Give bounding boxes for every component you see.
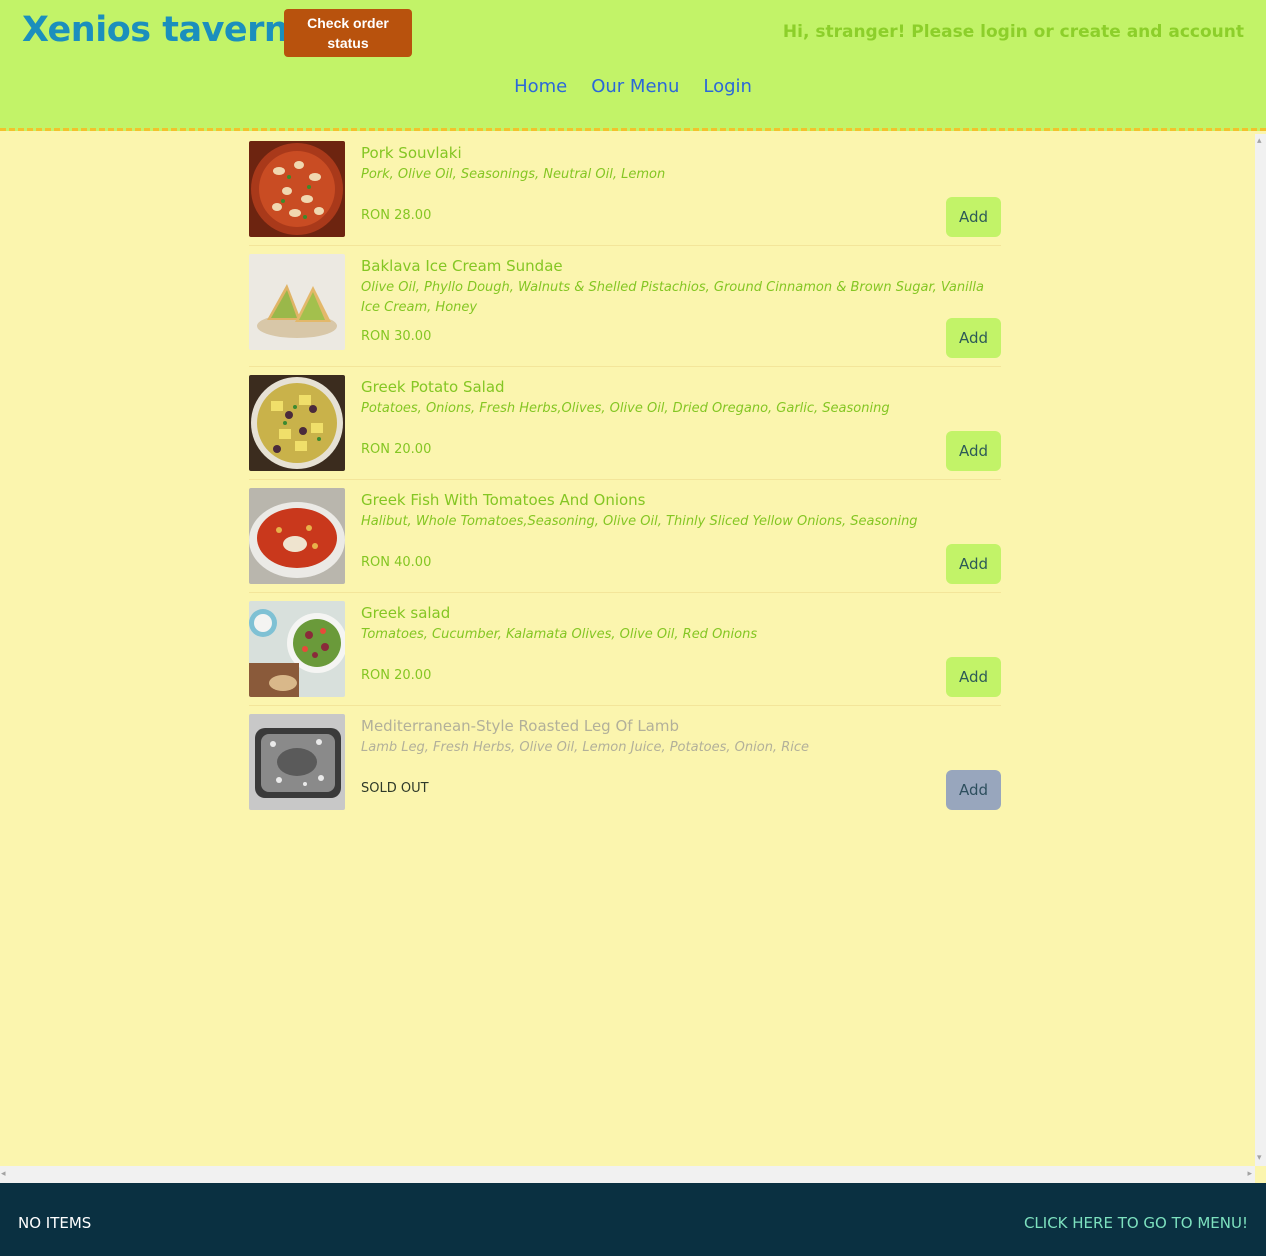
menu-item: Greek Potato Salad Potatoes, Onions, Fre… [249, 367, 1001, 480]
menu-item-info: Greek Potato Salad Potatoes, Onions, Fre… [361, 375, 1001, 419]
menu-item-price: RON 20.00 [361, 668, 432, 683]
potato-salad-photo [249, 375, 345, 471]
site-header: Xenios taverna Check order status Hi, st… [0, 0, 1266, 131]
greek-salad-photo [249, 601, 345, 697]
menu-item-sold-out: Mediterranean-Style Roasted Leg Of Lamb … [249, 706, 1001, 819]
menu-item-info: Mediterranean-Style Roasted Leg Of Lamb … [361, 714, 1001, 758]
menu-item-name: Mediterranean-Style Roasted Leg Of Lamb [361, 717, 680, 735]
menu-item-name: Pork Souvlaki [361, 144, 462, 162]
baklava-photo [249, 254, 345, 350]
menu-item-info: Greek Fish With Tomatoes And Onions Hali… [361, 488, 1001, 532]
menu-item-name: Greek Fish With Tomatoes And Onions [361, 491, 646, 509]
menu-item-description: Halibut, Whole Tomatoes,Seasoning, Olive… [361, 514, 918, 529]
menu-item-description: Tomatoes, Cucumber, Kalamata Olives, Oli… [361, 627, 758, 642]
lamb-photo [249, 714, 345, 810]
brand-title[interactable]: Xenios taverna [22, 10, 312, 50]
menu-item-price: RON 28.00 [361, 208, 432, 223]
greeting-text: Hi, stranger! Please login or create and… [782, 22, 1244, 42]
menu-item: Greek Fish With Tomatoes And Onions Hali… [249, 480, 1001, 593]
menu-item-description: Potatoes, Onions, Fresh Herbs,Olives, Ol… [361, 401, 890, 416]
menu-item-price: RON 40.00 [361, 555, 432, 570]
menu-item-info: Greek salad Tomatoes, Cucumber, Kalamata… [361, 601, 1001, 645]
nav-home[interactable]: Home [514, 76, 567, 97]
nav-our-menu[interactable]: Our Menu [591, 76, 679, 97]
add-button[interactable]: Add [946, 657, 1001, 697]
cart-footer: NO ITEMS CLICK HERE TO GO TO MENU! [0, 1183, 1266, 1256]
add-button[interactable]: Add [946, 318, 1001, 358]
check-order-status-button[interactable]: Check order status [284, 9, 412, 57]
add-button[interactable]: Add [946, 431, 1001, 471]
menu-item-info: Baklava Ice Cream Sundae Olive Oil, Phyl… [361, 254, 1001, 318]
add-button[interactable]: Add [946, 197, 1001, 237]
horizontal-scrollbar[interactable]: ◂ ▸ [0, 1166, 1255, 1183]
fish-stew-photo [249, 488, 345, 584]
cart-status: NO ITEMS [18, 1214, 92, 1232]
vertical-scrollbar[interactable]: ▴ ▾ [1255, 134, 1266, 1166]
scroll-down-icon[interactable]: ▾ [1257, 1154, 1262, 1163]
menu-item-description: Olive Oil, Phyllo Dough, Walnuts & Shell… [361, 280, 984, 315]
nav-login[interactable]: Login [703, 76, 752, 97]
menu-item-price: RON 20.00 [361, 442, 432, 457]
scroll-left-icon[interactable]: ◂ [1, 1170, 6, 1179]
add-button-disabled[interactable]: Add [946, 770, 1001, 810]
menu-item-name: Baklava Ice Cream Sundae [361, 257, 563, 275]
menu-item: Pork Souvlaki Pork, Olive Oil, Seasoning… [249, 141, 1001, 246]
menu-item-price: RON 30.00 [361, 329, 432, 344]
souvlaki-photo [249, 141, 345, 237]
menu-list: Pork Souvlaki Pork, Olive Oil, Seasoning… [249, 141, 1001, 819]
scroll-up-icon[interactable]: ▴ [1257, 137, 1262, 146]
menu-item: Baklava Ice Cream Sundae Olive Oil, Phyl… [249, 246, 1001, 367]
scroll-right-icon[interactable]: ▸ [1247, 1170, 1252, 1179]
add-button[interactable]: Add [946, 544, 1001, 584]
menu-item-name: Greek salad [361, 604, 451, 622]
menu-item-description: Lamb Leg, Fresh Herbs, Olive Oil, Lemon … [361, 740, 809, 755]
menu-content[interactable]: Pork Souvlaki Pork, Olive Oil, Seasoning… [0, 134, 1255, 1166]
menu-item-info: Pork Souvlaki Pork, Olive Oil, Seasoning… [361, 141, 1001, 185]
main-nav: Home Our Menu Login [0, 76, 1266, 97]
menu-item-description: Pork, Olive Oil, Seasonings, Neutral Oil… [361, 167, 666, 182]
menu-item: Greek salad Tomatoes, Cucumber, Kalamata… [249, 593, 1001, 706]
sold-out-label: SOLD OUT [361, 781, 429, 796]
menu-item-name: Greek Potato Salad [361, 378, 505, 396]
go-to-menu-link[interactable]: CLICK HERE TO GO TO MENU! [1024, 1214, 1248, 1232]
